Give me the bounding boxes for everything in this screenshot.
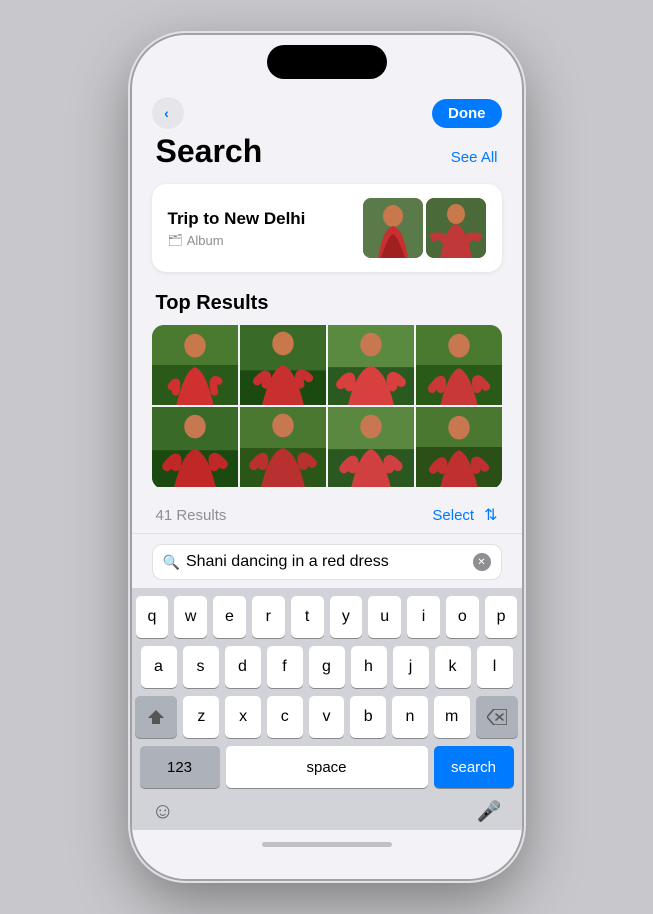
key-h[interactable]: h [351, 646, 387, 688]
key-p[interactable]: p [485, 596, 518, 638]
key-space[interactable]: space [226, 746, 428, 788]
page-title: Search [156, 133, 263, 170]
microphone-icon[interactable]: 🎤 [477, 799, 502, 824]
album-icon: 🗂 [168, 233, 183, 247]
key-s[interactable]: s [183, 646, 219, 688]
back-arrow-icon: ‹ [164, 105, 169, 121]
key-q[interactable]: q [136, 596, 169, 638]
key-t[interactable]: t [291, 596, 324, 638]
key-r[interactable]: r [252, 596, 285, 638]
search-icon: 🔍 [163, 554, 180, 571]
key-g[interactable]: g [309, 646, 345, 688]
search-container: 🔍 Shani dancing in a red dress ✕ [132, 533, 522, 588]
album-thumb-1 [363, 198, 423, 258]
photo-cell-5[interactable] [152, 407, 238, 487]
photo-cell-2[interactable] [240, 325, 326, 405]
key-num[interactable]: 123 [140, 746, 220, 788]
key-z[interactable]: z [183, 696, 219, 738]
album-title: Trip to New Delhi [168, 209, 306, 229]
key-a[interactable]: a [141, 646, 177, 688]
photo-cell-8[interactable] [416, 407, 502, 487]
key-w[interactable]: w [174, 596, 207, 638]
key-shift[interactable] [135, 696, 177, 738]
results-count: 41 Results [156, 507, 227, 524]
photo-grid [152, 325, 502, 489]
home-indicator [132, 830, 522, 858]
select-button[interactable]: Select [432, 507, 474, 524]
photo-row-2 [152, 407, 502, 487]
album-subtitle: 🗂 Album [168, 233, 306, 248]
photo-cell-7[interactable] [328, 407, 414, 487]
search-bar[interactable]: 🔍 Shani dancing in a red dress ✕ [152, 544, 502, 580]
done-button[interactable]: Done [432, 99, 502, 128]
photo-cell-6[interactable] [240, 407, 326, 487]
key-k[interactable]: k [435, 646, 471, 688]
album-card[interactable]: Trip to New Delhi 🗂 Album [152, 184, 502, 272]
key-v[interactable]: v [309, 696, 345, 738]
key-i[interactable]: i [407, 596, 440, 638]
sort-icon[interactable]: ⇅ [484, 505, 497, 525]
key-c[interactable]: c [267, 696, 303, 738]
main-content: Search See All Trip to New Delhi 🗂 Album [132, 133, 522, 533]
key-b[interactable]: b [350, 696, 386, 738]
search-clear-button[interactable]: ✕ [473, 553, 491, 571]
home-bar [262, 842, 392, 847]
results-bar: 41 Results Select ⇅ [152, 501, 502, 533]
dynamic-island [267, 45, 387, 79]
back-button[interactable]: ‹ [152, 97, 184, 129]
key-u[interactable]: u [368, 596, 401, 638]
results-actions: Select ⇅ [432, 505, 497, 525]
photo-cell-1[interactable] [152, 325, 238, 405]
key-search[interactable]: search [434, 746, 514, 788]
photo-row-1 [152, 325, 502, 405]
keyboard-row-1: q w e r t y u i o p [136, 596, 518, 638]
clear-icon: ✕ [477, 557, 485, 568]
screen: ‹ Done Search See All Trip to New Delhi … [132, 35, 522, 879]
album-info: Trip to New Delhi 🗂 Album [168, 209, 306, 248]
key-backspace[interactable] [476, 696, 518, 738]
key-x[interactable]: x [225, 696, 261, 738]
nav-bar: ‹ Done [132, 89, 522, 133]
key-y[interactable]: y [330, 596, 363, 638]
emoji-icon[interactable]: ☺ [152, 798, 174, 824]
keyboard-indicator-row: ☺ 🎤 [136, 794, 518, 826]
key-d[interactable]: d [225, 646, 261, 688]
album-thumb-2 [426, 198, 486, 258]
keyboard-bottom-row: 123 space search [136, 746, 518, 794]
phone-frame: ‹ Done Search See All Trip to New Delhi … [132, 35, 522, 879]
key-j[interactable]: j [393, 646, 429, 688]
search-query-text[interactable]: Shani dancing in a red dress [186, 553, 467, 571]
keyboard-row-3: z x c v b n m [136, 696, 518, 738]
page-title-row: Search See All [152, 133, 502, 170]
key-f[interactable]: f [267, 646, 303, 688]
photo-cell-3[interactable] [328, 325, 414, 405]
top-results-title: Top Results [152, 292, 502, 315]
key-n[interactable]: n [392, 696, 428, 738]
key-o[interactable]: o [446, 596, 479, 638]
see-all-link[interactable]: See All [451, 149, 498, 166]
keyboard-row-2: a s d f g h j k l [136, 646, 518, 688]
key-l[interactable]: l [477, 646, 513, 688]
status-bar [132, 35, 522, 89]
keyboard: q w e r t y u i o p a s d f g h j k [132, 588, 522, 830]
photo-cell-4[interactable] [416, 325, 502, 405]
album-thumbnails [363, 198, 486, 258]
key-m[interactable]: m [434, 696, 470, 738]
key-e[interactable]: e [213, 596, 246, 638]
